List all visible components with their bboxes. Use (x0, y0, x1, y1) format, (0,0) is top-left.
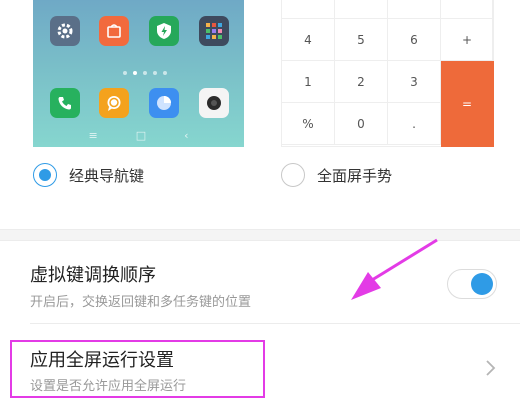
classic-navigation-preview[interactable]: ≡ □ ‹ (33, 0, 244, 147)
page-dot (153, 71, 157, 75)
back-icon: ‹ (184, 128, 189, 142)
swap-keys-subtitle: 开启后，交换返回键和多任务键的位置 (30, 295, 252, 310)
camera-icon (199, 88, 229, 118)
calculator-key-partial (335, 0, 388, 19)
page-indicator (123, 71, 167, 75)
gesture-navigation-option[interactable]: 全面屏手势 (281, 163, 392, 187)
page-dot (143, 71, 147, 75)
calculator-key-partial (388, 0, 441, 19)
gesture-navigation-label: 全面屏手势 (317, 166, 393, 185)
page-dot (123, 71, 127, 75)
recent-apps-icon: ≡ (88, 128, 98, 142)
classic-radio-button[interactable] (33, 163, 57, 187)
calculator-key: + (441, 19, 494, 61)
calculator-key-partial (282, 0, 335, 19)
gesture-navigation-preview[interactable]: 4 5 6 +1 2 3% 0. = (281, 0, 494, 147)
phone-icon (50, 88, 80, 118)
chevron-right-icon (486, 360, 496, 376)
toggle-knob (471, 273, 493, 295)
swap-keys-setting-row[interactable]: 虚拟键调换顺序 开启后，交换返回键和多任务键的位置 (0, 241, 520, 323)
mi-store-icon (99, 16, 129, 46)
calculator-key: 6 (388, 19, 441, 61)
calculator-key: . (388, 103, 441, 145)
calculator-key: % (282, 103, 335, 145)
messages-icon (99, 88, 129, 118)
calculator-key-partial (441, 0, 494, 19)
classic-navigation-option[interactable]: 经典导航键 (33, 163, 144, 187)
page-dot-active (133, 71, 137, 75)
swap-keys-title: 虚拟键调换顺序 (30, 265, 156, 286)
browser-icon (149, 88, 179, 118)
section-separator (0, 229, 520, 241)
security-icon (149, 16, 179, 46)
calculator-equals-key: = (441, 61, 494, 147)
navigation-settings-page: ≡ □ ‹ 4 5 6 +1 2 3% 0. = 经典导航键 全面屏手势 虚拟键调换顺序 开启… (0, 0, 520, 415)
gesture-radio-button[interactable] (281, 163, 305, 187)
radio-selected-indicator (39, 169, 51, 181)
calculator-key: 3 (388, 61, 441, 103)
classic-navigation-label: 经典导航键 (69, 166, 145, 185)
home-icon: □ (135, 128, 147, 142)
page-dot (163, 71, 167, 75)
calculator-key: 5 (335, 19, 388, 61)
calculator-key: 1 (282, 61, 335, 103)
calculator-key: 4 (282, 19, 335, 61)
apps-folder-icon (199, 16, 229, 46)
preview-navigation-bar: ≡ □ ‹ (33, 123, 244, 147)
settings-icon (50, 16, 80, 46)
calculator-key: 2 (335, 61, 388, 103)
annotation-highlight-box (10, 340, 265, 398)
swap-keys-toggle[interactable] (447, 269, 497, 299)
calculator-key: 0 (335, 103, 388, 145)
